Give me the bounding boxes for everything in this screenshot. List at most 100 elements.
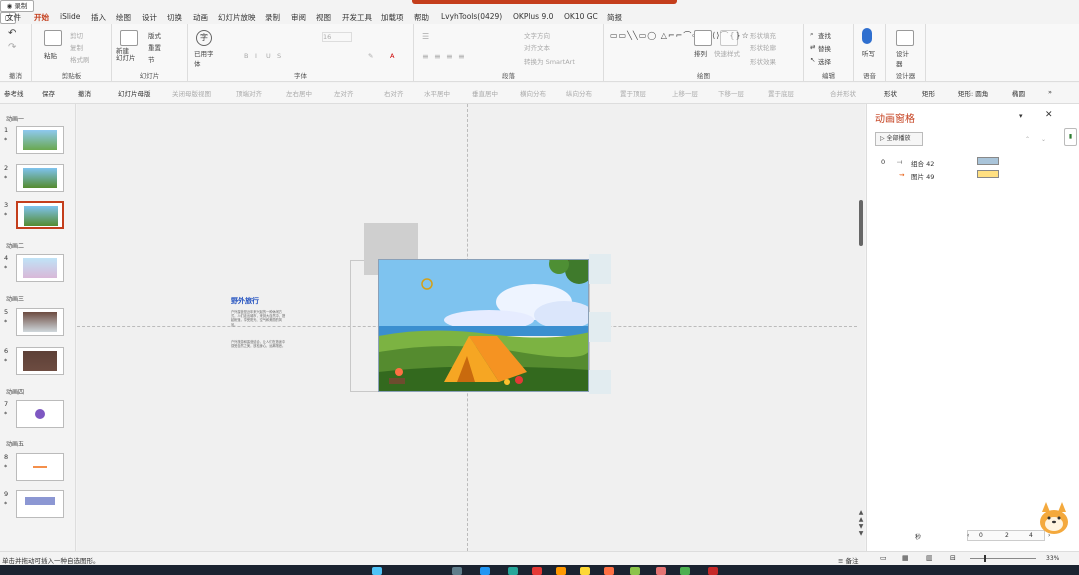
- qat-item-10[interactable]: 垂直居中: [472, 88, 498, 98]
- qat-item-7[interactable]: 左对齐: [334, 88, 354, 98]
- arrange-button[interactable]: 排列: [694, 48, 707, 58]
- font-color-icon[interactable]: A: [390, 52, 394, 60]
- taskbar-app-icon[interactable]: [708, 567, 718, 575]
- highlight-icon[interactable]: ✎: [368, 52, 373, 60]
- taskbar-app-icon[interactable]: [452, 567, 462, 575]
- taskbar-app-icon[interactable]: [556, 567, 566, 575]
- qat-item-16[interactable]: 置于底层: [768, 88, 794, 98]
- taskbar-app-icon[interactable]: [630, 567, 640, 575]
- chevron-down-icon[interactable]: ▾: [1019, 112, 1023, 120]
- paste-button[interactable]: 粘贴: [44, 50, 57, 60]
- align-icon-0[interactable]: ≡: [422, 52, 429, 61]
- menu-13[interactable]: 加载项: [381, 12, 404, 23]
- menu-9[interactable]: 录制: [265, 12, 280, 23]
- section-header-4[interactable]: 动画五: [6, 439, 24, 448]
- slide-title[interactable]: 野外旅行: [231, 296, 259, 306]
- format-S-icon[interactable]: S: [277, 52, 281, 60]
- reset-button[interactable]: 重置: [148, 42, 161, 52]
- camping-picture[interactable]: [378, 259, 589, 392]
- shape-outline-button[interactable]: 形状轮廓: [750, 42, 776, 52]
- move-down-icon[interactable]: ⌄: [1041, 136, 1046, 143]
- align-icon-1[interactable]: ≡: [434, 52, 441, 61]
- slide-canvas-area[interactable]: 野外旅行 户外露营是近年来兴起的一种休闲方式，人们走出城市，来到大自然中，搭起帐…: [77, 104, 865, 551]
- shape-effect-button[interactable]: 形状效果: [750, 56, 776, 66]
- section-header-1[interactable]: 动画二: [6, 241, 24, 250]
- zoom-slider-thumb[interactable]: [984, 555, 986, 562]
- menu-5[interactable]: 设计: [142, 12, 157, 23]
- menu-8[interactable]: 幻灯片放映: [218, 12, 256, 23]
- qat-item-14[interactable]: 上移一层: [672, 88, 698, 98]
- align-icon-2[interactable]: ≡: [446, 52, 453, 61]
- menu-12[interactable]: 开发工具: [342, 12, 372, 23]
- slide-thumbnail-3[interactable]: [16, 201, 64, 229]
- cut-button[interactable]: 剪切: [70, 30, 83, 40]
- taskbar-app-icon[interactable]: [656, 567, 666, 575]
- qat-item-21[interactable]: 椭圆: [1012, 88, 1025, 98]
- animation-item-name[interactable]: 图片 49: [911, 171, 934, 181]
- slideshow-icon[interactable]: ⊟: [950, 554, 956, 562]
- taskbar-app-icon[interactable]: [604, 567, 614, 575]
- menu-7[interactable]: 动画: [193, 12, 208, 23]
- slide-thumbnail-7[interactable]: [16, 400, 64, 428]
- side-panel-toggle-icon[interactable]: ▮: [1064, 128, 1077, 146]
- qat-item-13[interactable]: 置于顶层: [620, 88, 646, 98]
- qat-item-5[interactable]: 顶端对齐: [236, 88, 262, 98]
- qat-item-2[interactable]: 撤消: [78, 88, 91, 98]
- sorter-view-icon[interactable]: ▦: [902, 554, 909, 562]
- format-B-icon[interactable]: B: [244, 52, 248, 60]
- shapes-gallery[interactable]: ▭▭╲╲▭◯ △⌐⌐⌒⇨▭ ⟨⟩⌒{}☆: [610, 30, 749, 64]
- section-header-2[interactable]: 动画三: [6, 294, 24, 303]
- zoom-slider[interactable]: [970, 558, 1036, 559]
- qat-item-3[interactable]: 幻灯片母版: [118, 88, 151, 98]
- menu-15[interactable]: LvyhTools(0429): [441, 12, 502, 21]
- smartart-button[interactable]: 转换为 SmartArt: [524, 56, 575, 66]
- vertical-scrollbar[interactable]: [859, 200, 863, 246]
- qat-item-12[interactable]: 纵向分布: [566, 88, 592, 98]
- align-icon-3[interactable]: ≡: [458, 52, 465, 61]
- used-fonts-button[interactable]: 已用字体: [194, 48, 216, 68]
- close-icon[interactable]: ✕: [1045, 110, 1053, 120]
- taskbar-app-icon[interactable]: [508, 567, 518, 575]
- qat-item-18[interactable]: 形状: [884, 88, 897, 98]
- menu-14[interactable]: 帮助: [414, 12, 429, 23]
- format-I-icon[interactable]: I: [255, 52, 257, 60]
- find-button[interactable]: 查找: [818, 30, 831, 40]
- animation-timing-bar[interactable]: [977, 170, 999, 178]
- quick-styles-button[interactable]: 快速样式: [714, 48, 740, 58]
- qat-item-11[interactable]: 横向分布: [520, 88, 546, 98]
- normal-view-icon[interactable]: ▭: [880, 554, 887, 562]
- slide-paragraph-2[interactable]: 户外旅游和露营结合，让人们在旅途中感受自然之美，放松身心，远离喧嚣。: [231, 340, 286, 348]
- scroll-arrows-icon[interactable]: ▲ ▲ ▼ ▼: [857, 509, 865, 539]
- qat-item-19[interactable]: 矩形: [922, 88, 935, 98]
- animation-timing-bar[interactable]: [977, 157, 999, 165]
- taskbar-app-icon[interactable]: [580, 567, 590, 575]
- redo-icon[interactable]: ↷: [8, 42, 16, 53]
- menu-6[interactable]: 切换: [167, 12, 182, 23]
- play-all-button[interactable]: ▷ 全部播放: [875, 132, 923, 146]
- qat-item-8[interactable]: 右对齐: [384, 88, 404, 98]
- align-text-button[interactable]: 对齐文本: [524, 42, 550, 52]
- taskbar-app-icon[interactable]: [532, 567, 542, 575]
- replace-button[interactable]: 替换: [818, 43, 831, 53]
- slide-thumbnail-2[interactable]: [16, 164, 64, 192]
- menu-17[interactable]: OK10 GC: [564, 12, 598, 21]
- menu-11[interactable]: 视图: [316, 12, 331, 23]
- slide-thumbnail-9[interactable]: [16, 490, 64, 518]
- copy-button[interactable]: 复制: [70, 42, 83, 52]
- animation-item-name[interactable]: 组合 42: [911, 158, 934, 168]
- list-icon[interactable]: ☰: [422, 32, 429, 41]
- taskbar-app-icon[interactable]: [480, 567, 490, 575]
- slide-thumbnail-6[interactable]: [16, 347, 64, 375]
- menu-16[interactable]: OKPlus 9.0: [513, 12, 553, 21]
- menu-2[interactable]: iSlide: [60, 12, 80, 21]
- new-slide-button[interactable]: 新建 幻灯片: [116, 48, 136, 62]
- menu-18[interactable]: 简报: [607, 12, 622, 23]
- slide-thumbnail-4[interactable]: [16, 254, 64, 282]
- format-painter-button[interactable]: 格式刷: [70, 54, 90, 64]
- qat-item-15[interactable]: 下移一层: [718, 88, 744, 98]
- notes-button[interactable]: ≡ 备注: [838, 555, 859, 565]
- qat-item-17[interactable]: 合并形状: [830, 88, 856, 98]
- slide-paragraph-1[interactable]: 户外露营是近年来兴起的一种休闲方式，人们走出城市，来到大自然中，搭起帐篷，享受阳…: [231, 310, 286, 327]
- dictate-button[interactable]: 听写: [862, 48, 875, 58]
- qat-item-1[interactable]: 保存: [42, 88, 55, 98]
